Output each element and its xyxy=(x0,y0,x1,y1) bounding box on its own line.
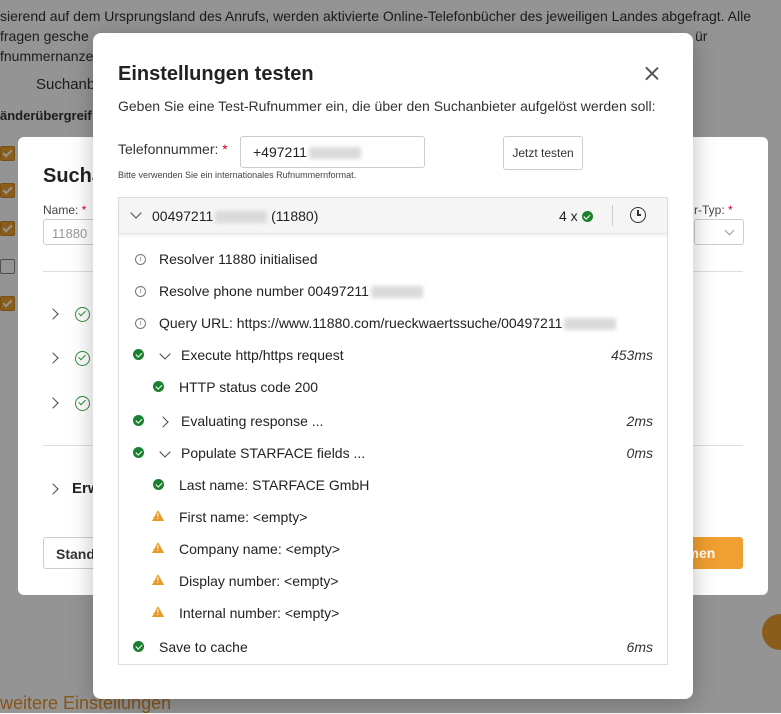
check-circle-icon xyxy=(75,351,90,366)
redacted-digits xyxy=(564,318,617,331)
close-icon[interactable] xyxy=(641,64,663,86)
check-icon xyxy=(153,381,164,392)
log-time: 453ms xyxy=(610,347,653,363)
warning-icon xyxy=(152,574,164,585)
log-time: 2ms xyxy=(626,413,653,429)
log-text: Resolve phone number 00497211 xyxy=(159,283,423,299)
chevron-right-icon[interactable] xyxy=(47,308,59,320)
log-row: i Resolve phone number 00497211 xyxy=(119,280,667,304)
chevron-down-icon[interactable] xyxy=(159,348,171,360)
log-row: i Query URL: https://www.11880.com/rueck… xyxy=(119,312,667,336)
chevron-right-icon[interactable] xyxy=(157,416,169,428)
check-icon xyxy=(133,415,144,426)
log-text: HTTP status code 200 xyxy=(179,379,319,395)
warning-icon xyxy=(152,542,164,553)
log-text: Save to cache xyxy=(159,639,248,655)
check-icon xyxy=(133,641,144,652)
info-icon: i xyxy=(135,254,146,265)
log-row: Company name: <empty> xyxy=(119,538,667,562)
modal-description: Geben Sie eine Test-Rufnummer ein, die ü… xyxy=(118,98,656,114)
phone-input[interactable]: +497211 xyxy=(240,136,425,168)
result-panel: 00497211 (11880) 4 x i Resolver 11880 in… xyxy=(118,197,668,665)
log-text: Populate STARFACE fields ... xyxy=(181,445,366,461)
info-icon: i xyxy=(135,286,146,297)
log-time: 6ms xyxy=(626,639,653,655)
result-header[interactable]: 00497211 (11880) 4 x xyxy=(119,198,667,234)
redacted-digits xyxy=(215,211,268,224)
log-text: Display number: <empty> xyxy=(179,573,339,589)
log-text: Resolver 11880 initialised xyxy=(159,251,318,267)
check-icon xyxy=(581,211,593,222)
log-text: Evaluating response ... xyxy=(181,413,324,429)
phone-help-text: Bitte verwenden Sie ein internationales … xyxy=(118,170,357,180)
type-label: r-Typ: * xyxy=(694,203,733,217)
phone-label: Telefonnummer: * xyxy=(118,141,228,157)
log-text: Internal number: <empty> xyxy=(179,605,340,621)
result-count: 4 x xyxy=(559,208,593,224)
log-row: First name: <empty> xyxy=(119,506,667,530)
chevron-down-icon[interactable] xyxy=(159,446,171,458)
modal-title: Einstellungen testen xyxy=(118,63,314,85)
check-icon xyxy=(133,447,144,458)
redacted-digits xyxy=(308,147,361,160)
log-text: First name: <empty> xyxy=(179,509,308,525)
check-circle-icon xyxy=(75,307,90,322)
clock-icon[interactable] xyxy=(630,207,646,223)
check-icon xyxy=(153,479,164,490)
log-row-expandable[interactable]: Evaluating response ... 2ms xyxy=(119,410,667,434)
log-text: Company name: <empty> xyxy=(179,541,341,557)
info-icon: i xyxy=(135,318,146,329)
name-label: Name: * xyxy=(43,203,87,217)
test-settings-modal: Einstellungen testen Geben Sie eine Test… xyxy=(93,33,693,699)
divider xyxy=(612,205,613,226)
log-time: 0ms xyxy=(626,445,653,461)
chevron-right-icon[interactable] xyxy=(47,352,59,364)
type-select[interactable] xyxy=(694,219,744,245)
chevron-right-icon[interactable] xyxy=(47,397,59,409)
log-row: HTTP status code 200 xyxy=(119,376,667,400)
log-row-expandable[interactable]: Populate STARFACE fields ... 0ms xyxy=(119,442,667,466)
log-text: Execute http/https request xyxy=(181,347,344,363)
chevron-down-icon xyxy=(724,225,735,236)
chevron-right-icon[interactable] xyxy=(47,483,59,495)
redacted-digits xyxy=(370,286,423,299)
check-icon xyxy=(133,349,144,360)
log-text: Last name: STARFACE GmbH xyxy=(179,477,370,493)
chevron-down-icon[interactable] xyxy=(130,207,142,219)
check-circle-icon xyxy=(75,396,90,411)
result-number: 00497211 (11880) xyxy=(152,208,319,224)
warning-icon xyxy=(152,510,164,521)
log-row: Internal number: <empty> xyxy=(119,602,667,626)
log-row: Display number: <empty> xyxy=(119,570,667,594)
log-text: Query URL: https://www.11880.com/rueckwa… xyxy=(159,315,617,331)
log-row-expandable[interactable]: Execute http/https request 453ms xyxy=(119,344,667,368)
test-now-button[interactable]: Jetzt testen xyxy=(503,136,583,170)
log-row: Last name: STARFACE GmbH xyxy=(119,474,667,498)
log-row: Save to cache 6ms xyxy=(119,636,667,660)
log-row: i Resolver 11880 initialised xyxy=(119,248,667,272)
warning-icon xyxy=(152,606,164,617)
